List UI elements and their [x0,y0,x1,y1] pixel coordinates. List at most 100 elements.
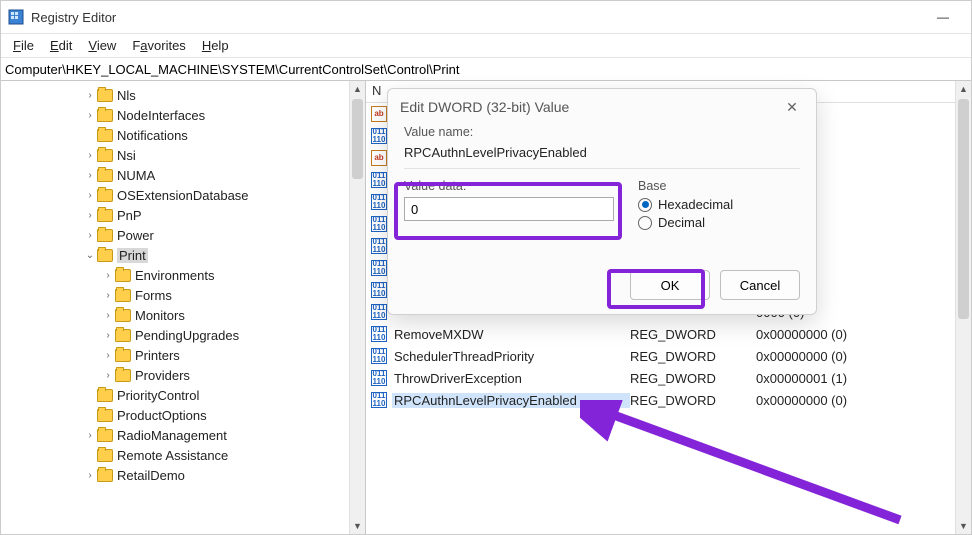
minimize-button[interactable]: — [921,1,965,33]
chevron-right-icon[interactable]: › [83,230,97,241]
scroll-thumb[interactable] [352,99,363,179]
scroll-up-icon[interactable]: ▲ [350,81,365,97]
chevron-right-icon[interactable]: › [101,270,115,281]
tree-item-label: NUMA [117,168,155,183]
folder-icon [97,149,113,162]
radio-decimal[interactable]: Decimal [638,215,800,230]
value-data: 0x00000000 (0) [756,393,955,408]
tree-item[interactable]: ›Nsi [1,145,365,165]
chevron-right-icon[interactable]: › [83,470,97,481]
folder-icon [97,449,113,462]
menu-view[interactable]: View [80,36,124,55]
tree-item[interactable]: ⌄Print [1,245,365,265]
tree-item-label: Power [117,228,154,243]
value-row[interactable]: 011110RemoveMXDWREG_DWORD0x00000000 (0) [366,323,955,345]
tree-item[interactable]: › Monitors [1,305,365,325]
tree-item[interactable]: ›Providers [1,365,365,385]
tree-scrollbar[interactable]: ▲ ▼ [349,81,365,534]
chevron-right-icon[interactable]: › [83,190,97,201]
registry-tree[interactable]: ›Nls›NodeInterfacesNotifications›Nsi›NUM… [1,85,365,485]
value-name: RPCAuthnLevelPrivacyEnabled [392,393,630,408]
chevron-down-icon[interactable]: ⌄ [83,250,97,261]
menu-favorites[interactable]: Favorites [124,36,193,55]
tree-item[interactable]: › Forms [1,285,365,305]
tree-item[interactable]: › RetailDemo [1,465,365,485]
tree-item[interactable]: Remote Assistance [1,445,365,465]
folder-icon [97,249,113,262]
scroll-thumb[interactable] [958,99,969,319]
chevron-right-icon[interactable]: › [101,290,115,301]
chevron-right-icon[interactable]: › [101,330,115,341]
value-type: REG_DWORD [630,393,756,408]
tree-item[interactable]: Notifications [1,125,365,145]
tree-item-label: PnP [117,208,142,223]
value-data: 0x00000001 (1) [756,371,955,386]
folder-icon [115,369,131,382]
value-row[interactable]: 011110 SchedulerThreadPriorityREG_DWORD0x… [366,345,955,367]
chevron-right-icon[interactable]: › [83,430,97,441]
dword-value-icon: 011110 [370,391,388,409]
value-type: REG_DWORD [630,349,756,364]
chevron-right-icon[interactable]: › [83,150,97,161]
tree-item-label: RetailDemo [117,468,185,483]
tree-item-label: Monitors [135,308,185,323]
folder-icon [115,329,131,342]
chevron-right-icon[interactable]: › [83,210,97,221]
value-name: SchedulerThreadPriority [392,349,630,364]
dialog-titlebar[interactable]: Edit DWORD (32-bit) Value ✕ [388,89,816,125]
menu-help[interactable]: Help [194,36,237,55]
tree-item-label: Remote Assistance [117,448,228,463]
tree-item[interactable]: ›RadioManagement [1,425,365,445]
chevron-right-icon[interactable]: › [83,170,97,181]
tree-item[interactable]: PriorityControl [1,385,365,405]
value-row[interactable]: 011110ThrowDriverExceptionREG_DWORD0x000… [366,367,955,389]
base-label: Base [638,179,800,193]
close-icon[interactable]: ✕ [780,99,804,116]
folder-icon [97,189,113,202]
value-data: 0x00000000 (0) [756,349,955,364]
value-data-label: Value data: [404,179,614,193]
menubar: File Edit View Favorites Help [1,33,971,57]
scroll-up-icon[interactable]: ▲ [956,81,971,97]
tree-item[interactable]: › NUMA [1,165,365,185]
chevron-right-icon[interactable]: › [101,350,115,361]
folder-icon [97,89,113,102]
folder-icon [115,269,131,282]
value-data-input[interactable] [404,197,614,221]
tree-item[interactable]: › Environments [1,265,365,285]
scroll-down-icon[interactable]: ▼ [956,518,971,534]
tree-item[interactable]: ›NodeInterfaces [1,105,365,125]
cancel-button[interactable]: Cancel [720,270,800,300]
folder-icon [97,409,113,422]
tree-item[interactable]: ›Printers [1,345,365,365]
tree-item[interactable]: › Power [1,225,365,245]
tree-item-label: Forms [135,288,172,303]
menu-file[interactable]: File [5,36,42,55]
chevron-right-icon[interactable]: › [83,90,97,101]
dword-value-icon: 011110 [370,193,388,211]
value-data: 0x00000000 (0) [756,327,955,342]
address-bar[interactable]: Computer\HKEY_LOCAL_MACHINE\SYSTEM\Curre… [1,57,971,81]
tree-item[interactable]: ›Nls [1,85,365,105]
tree-item[interactable]: ProductOptions [1,405,365,425]
dword-value-icon: 011110 [370,215,388,233]
list-scrollbar[interactable]: ▲ ▼ [955,81,971,534]
ok-button[interactable]: OK [630,270,710,300]
tree-item-label: Environments [135,268,214,283]
chevron-right-icon[interactable]: › [101,310,115,321]
tree-item[interactable]: ›PendingUpgrades [1,325,365,345]
radio-hexadecimal[interactable]: Hexadecimal [638,197,800,212]
dword-value-icon: 011110 [370,347,388,365]
folder-icon [115,289,131,302]
value-row[interactable]: 011110 RPCAuthnLevelPrivacyEnabledREG_DWO… [366,389,955,411]
folder-icon [115,349,131,362]
chevron-right-icon[interactable]: › [101,370,115,381]
chevron-right-icon[interactable]: › [83,110,97,121]
scroll-down-icon[interactable]: ▼ [350,518,365,534]
menu-edit[interactable]: Edit [42,36,80,55]
value-name-label: Value name: [404,125,800,139]
titlebar[interactable]: Registry Editor — [1,1,971,33]
tree-item[interactable]: ›OSExtensionDatabase [1,185,365,205]
tree-item[interactable]: › PnP [1,205,365,225]
dword-value-icon: 011110 [370,325,388,343]
